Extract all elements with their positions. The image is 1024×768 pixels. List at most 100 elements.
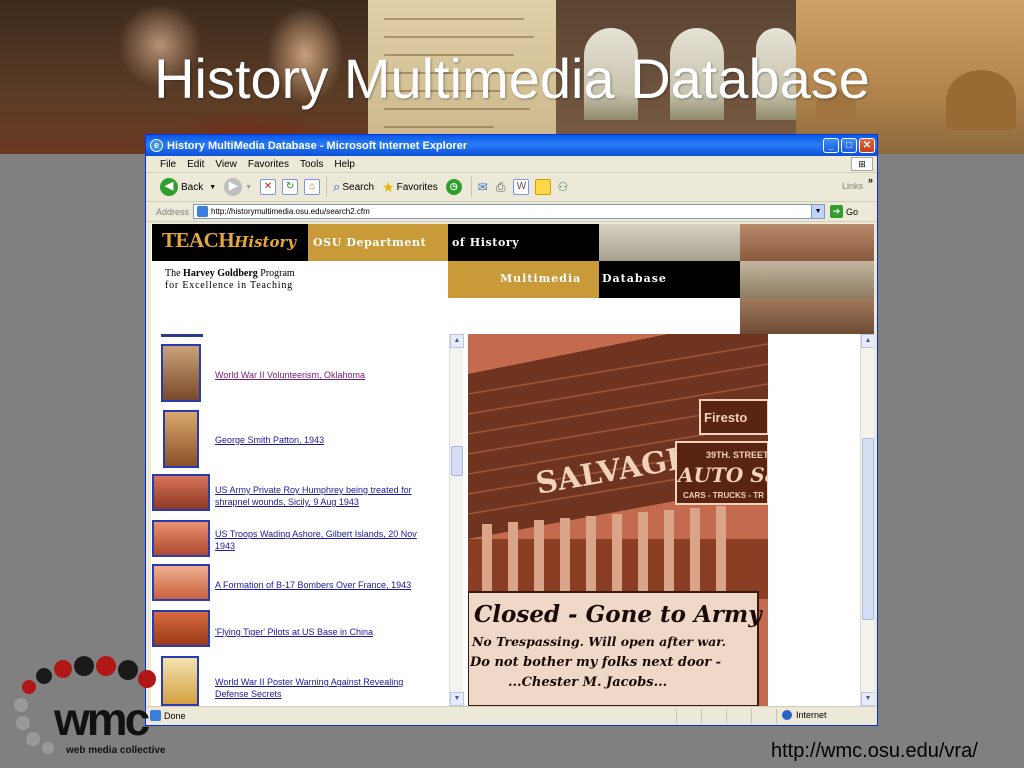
scrollbar-thumb[interactable] <box>862 438 874 620</box>
history-icon[interactable]: ◷ <box>445 179 462 195</box>
logo-dot <box>74 656 94 676</box>
result-thumbnail[interactable] <box>152 520 210 557</box>
result-link[interactable]: George Smith Patton, 1943 <box>215 434 437 446</box>
mail-icon[interactable]: ✉ <box>478 180 488 194</box>
db-banner-left: Multimedia <box>448 261 599 298</box>
print-icon[interactable]: ⎙ <box>496 180 506 195</box>
links-label[interactable]: Links <box>842 181 863 191</box>
discuss-icon[interactable] <box>535 179 552 195</box>
result-thumbnail[interactable] <box>152 610 210 647</box>
result-thumbnail[interactable] <box>152 474 210 511</box>
program-caption: The Harvey Goldberg Program for Excellen… <box>165 268 295 292</box>
browser-window: e History MultiMedia Database - Microsof… <box>145 134 878 726</box>
menu-edit[interactable]: Edit <box>187 159 204 170</box>
minimize-button[interactable]: _ <box>823 138 839 153</box>
toolbar-separator <box>326 177 328 197</box>
teach-history-logo[interactable]: TEACHHistory <box>152 224 308 261</box>
back-button[interactable]: ◀ Back ▼ <box>160 178 216 196</box>
address-label: Address <box>156 206 190 217</box>
image-scrollbar[interactable]: ▲ ▼ <box>860 334 874 706</box>
scroll-up-icon[interactable]: ▲ <box>450 334 464 348</box>
header-photo-group <box>740 261 874 298</box>
scroll-down-icon[interactable]: ▼ <box>861 692 874 706</box>
security-zone: Internet <box>782 710 827 720</box>
favorites-button[interactable]: ★ Favorites <box>382 179 438 196</box>
sign-line2-text: No Trespassing. Will open after war. <box>471 634 726 649</box>
logo-dot <box>22 680 36 694</box>
edit-word-icon[interactable]: W <box>513 179 530 195</box>
result-link[interactable]: World War II Volunteerism, Oklahoma <box>215 369 437 381</box>
menu-tools[interactable]: Tools <box>300 159 323 170</box>
forward-button[interactable]: ▶ ▼ <box>224 178 252 196</box>
side-sign-street-text: 39TH. STREET <box>706 450 768 460</box>
menu-file[interactable]: File <box>160 159 176 170</box>
logo-dot <box>138 670 156 688</box>
messenger-icon[interactable]: ⚇ <box>557 180 568 194</box>
scroll-up-icon[interactable]: ▲ <box>861 334 874 348</box>
status-separator <box>701 709 702 723</box>
result-link[interactable]: World War II Poster Warning Against Reve… <box>215 676 437 700</box>
forward-arrow-icon: ▶ <box>224 178 243 196</box>
result-link[interactable]: US Troops Wading Ashore, Gilbert Islands… <box>215 528 437 552</box>
results-scrollbar[interactable]: ▲ ▼ <box>449 334 464 706</box>
maximize-button[interactable]: □ <box>841 138 857 153</box>
slide-header-banner: History Multimedia Database <box>0 0 1024 154</box>
windows-flag-icon: ⊞ <box>851 157 873 171</box>
main-photo[interactable]: SALVAGE Firesto 39TH. STREET AUTO Salvag… <box>468 334 768 706</box>
result-thumbnail[interactable] <box>152 564 210 601</box>
go-arrow-icon: ➔ <box>830 205 844 218</box>
menu-bar: File Edit View Favorites Tools Help ⊞ <box>146 156 877 173</box>
logo-dot <box>42 742 54 754</box>
home-icon[interactable]: ⌂ <box>304 179 321 195</box>
results-top-rule <box>161 334 203 337</box>
window-title: History MultiMedia Database - Microsoft … <box>167 139 468 152</box>
logo-dot <box>26 732 40 746</box>
result-thumbnail[interactable] <box>161 344 201 402</box>
results-frame: World War II Volunteerism, Oklahoma Geor… <box>151 334 463 706</box>
logo-history-text: istory <box>248 233 297 251</box>
program-suffix: Program <box>257 268 295 279</box>
status-separator <box>726 709 727 723</box>
address-dropdown-icon[interactable]: ▼ <box>811 205 825 218</box>
footer-url[interactable]: http://wmc.osu.edu/vra/ <box>771 740 978 763</box>
logo-dot <box>36 668 52 684</box>
sign-line3-text: Do not bother my folks next door - <box>469 655 721 670</box>
page-icon <box>197 206 209 217</box>
chevron-more-icon[interactable]: » <box>868 175 873 185</box>
status-separator <box>776 709 777 723</box>
header-photo-soldiers <box>599 224 740 261</box>
go-button[interactable]: ➔ Go <box>830 205 858 218</box>
back-arrow-icon: ◀ <box>160 178 178 196</box>
close-button[interactable]: ✕ <box>859 138 875 153</box>
menu-favorites[interactable]: Favorites <box>248 159 289 170</box>
sign-line4-text: ...Chester M. Jacobs... <box>508 675 667 690</box>
db-banner-right: Database <box>599 261 740 298</box>
stop-icon[interactable]: ✕ <box>260 179 277 195</box>
result-thumbnail[interactable] <box>163 410 199 468</box>
menu-view[interactable]: View <box>215 159 237 170</box>
result-link[interactable]: 'Flying Tiger' Pilots at US Base in Chin… <box>215 626 437 638</box>
menu-help[interactable]: Help <box>334 159 355 170</box>
scrollbar-thumb[interactable] <box>451 446 463 476</box>
forward-dropdown-icon[interactable]: ▼ <box>245 184 252 191</box>
scroll-down-icon[interactable]: ▼ <box>450 692 464 706</box>
logo-wordmark: wmc <box>54 693 150 745</box>
back-label: Back <box>181 181 204 193</box>
window-titlebar[interactable]: e History MultiMedia Database - Microsof… <box>146 135 877 156</box>
logo-dot <box>14 698 28 712</box>
logo-history-initial: H <box>234 233 249 251</box>
dept-banner-right: of History <box>448 224 599 261</box>
favorites-label: Favorites <box>396 181 438 193</box>
address-input[interactable]: http://historymultimedia.osu.edu/search2… <box>193 204 826 219</box>
address-bar: Address http://historymultimedia.osu.edu… <box>146 202 877 222</box>
logo-dot <box>16 716 30 730</box>
result-link[interactable]: A Formation of B-17 Bombers Over France,… <box>215 579 437 591</box>
result-link[interactable]: US Army Private Roy Humphrey being treat… <box>215 484 437 508</box>
refresh-icon[interactable]: ↻ <box>282 179 299 195</box>
back-dropdown-icon[interactable]: ▼ <box>209 184 216 191</box>
toolbar-separator <box>470 177 472 197</box>
logo-dot <box>96 656 116 676</box>
header-photo-crowd <box>740 224 874 261</box>
logo-dot <box>118 660 138 680</box>
search-button[interactable]: ⌕ Search <box>333 179 374 195</box>
